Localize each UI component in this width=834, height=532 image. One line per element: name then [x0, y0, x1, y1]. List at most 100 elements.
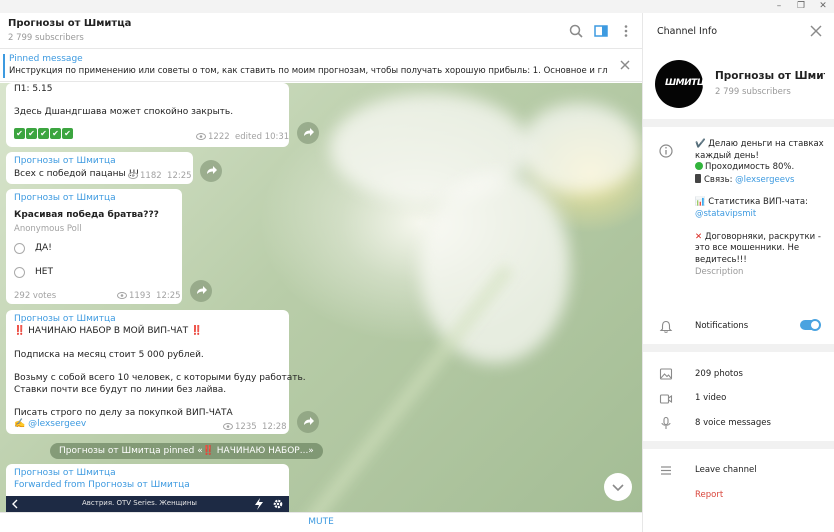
bg-stem: [299, 263, 515, 512]
list-icon: [661, 466, 671, 475]
pinned-title: Pinned message: [9, 54, 83, 64]
poll-option-label[interactable]: ДА!: [35, 243, 52, 253]
message-bubble[interactable]: П1: 5.15 Здесь Дшандгшава может спокойно…: [6, 83, 289, 147]
scroll-down-button[interactable]: [604, 473, 632, 501]
message-text: Здесь Дшандгшава может спокойно закрыть.: [14, 107, 234, 117]
pinned-accent-line: [3, 54, 5, 78]
pinned-message-bar[interactable]: Pinned message Инструкция по применению …: [0, 50, 642, 82]
poll-option-label[interactable]: НЕТ: [35, 267, 53, 277]
window-close-button[interactable]: ✕: [812, 0, 834, 13]
media-voice[interactable]: 8 voice messages: [695, 418, 771, 428]
more-menu-icon[interactable]: [618, 23, 634, 39]
message-time: 12:25: [156, 291, 181, 301]
desc-line: ✔️ Делаю деньги на ставках: [695, 139, 824, 149]
share-arrow-icon: [304, 128, 314, 136]
message-contact: ✍️ @lexsergeev: [14, 419, 86, 429]
mute-button[interactable]: MUTE: [0, 517, 642, 527]
views-count: 1222: [208, 132, 230, 142]
message-time: 12:28: [262, 422, 287, 432]
bottom-bar: MUTE: [0, 512, 642, 532]
info-icon: [659, 144, 673, 158]
channel-subscribers: 2 799 subscribers: [715, 87, 791, 97]
poll-option-radio[interactable]: [14, 267, 25, 278]
notifications-toggle[interactable]: [800, 319, 821, 331]
message-author[interactable]: Прогнозы от Шмитца: [14, 156, 116, 166]
toggle-knob: [809, 319, 821, 331]
minimize-button[interactable]: –: [768, 0, 790, 13]
panel-divider: [643, 441, 834, 449]
contact-link[interactable]: @lexsergeev: [28, 419, 86, 429]
channel-info-panel: Channel Info ШМИТЦ Прогнозы от Шмитца 2 …: [642, 13, 834, 532]
message-bubble[interactable]: Прогнозы от Шмитца ‼️ НАЧИНАЮ НАБОР В МО…: [6, 310, 306, 434]
poll-type: Anonymous Poll: [14, 224, 82, 234]
video-preview[interactable]: Австрия. OTV Series. Женщины: [6, 496, 289, 512]
chat-title[interactable]: Прогнозы от Шмитца: [8, 18, 131, 29]
bell-icon: [659, 320, 673, 333]
desc-line: ✕ Договорняки, раскрутки -: [695, 231, 821, 242]
back-arrow-icon: [12, 499, 18, 509]
window-titlebar: – ❐ ✕: [0, 0, 834, 13]
check-emoji-row: ✔ ✔ ✔ ✔ ✔: [14, 128, 74, 139]
chat-header: Прогнозы от Шмитца 2 799 subscribers: [0, 13, 642, 49]
channel-avatar[interactable]: ШМИТЦ: [655, 60, 705, 108]
stats-link[interactable]: @statavipsmit: [695, 209, 825, 221]
views-count: 1193: [129, 291, 151, 301]
green-circle-icon: [695, 162, 703, 171]
message-author[interactable]: Прогнозы от Шмитца: [14, 468, 116, 478]
notifications-label: Notifications: [695, 321, 749, 331]
close-panel-icon[interactable]: [809, 24, 823, 38]
message-time: 12:25: [167, 171, 192, 181]
description-label: Description: [695, 266, 744, 277]
video-icon: [659, 394, 673, 404]
views-icon: [196, 133, 206, 140]
leave-channel-button[interactable]: Leave channel: [695, 465, 757, 475]
chevron-down-icon: [612, 484, 624, 492]
views-count: 1182: [140, 171, 162, 181]
share-arrow-icon: [304, 417, 314, 425]
media-caption: Австрия. OTV Series. Женщины: [82, 499, 197, 507]
microphone-icon: [661, 416, 671, 429]
message-text: Подписка на месяц стоит 5 000 рублей.: [14, 350, 204, 360]
poll-question: Красивая победа братва???: [14, 210, 159, 220]
views-icon: [117, 292, 127, 299]
message-author[interactable]: Прогнозы от Шмитца: [14, 314, 116, 324]
share-arrow-icon: [207, 166, 217, 174]
desc-line: 📊 Статистика ВИП-чата:: [695, 196, 808, 207]
views-count: 1235: [235, 422, 257, 432]
close-pinned-icon[interactable]: [618, 58, 632, 72]
share-button[interactable]: [297, 122, 319, 144]
share-button[interactable]: [190, 280, 212, 302]
channel-description: ✔️ Делаю деньги на ставках каждый день! …: [695, 139, 825, 278]
poll-option-radio[interactable]: [14, 243, 25, 254]
search-icon[interactable]: [568, 23, 584, 39]
message-text: Всех с победой пацаны !!!: [14, 169, 140, 179]
sidebar-toggle-icon[interactable]: [593, 23, 609, 39]
forwarded-from[interactable]: Forwarded from Прогнозы от Шмитца: [14, 480, 190, 490]
poll-bubble[interactable]: Прогнозы от Шмитца Красивая победа братв…: [6, 189, 182, 304]
media-videos[interactable]: 1 video: [695, 393, 726, 403]
message-meta: 1235 12:28: [223, 422, 287, 432]
message-text: Ставки почти все будут по линии без лайв…: [14, 385, 227, 395]
channel-name: Прогнозы от Шмитца: [715, 70, 825, 82]
message-meta: 1193 12:25: [117, 291, 181, 301]
media-photos[interactable]: 209 photos: [695, 369, 743, 379]
desc-line: ведитесь!!!: [695, 254, 747, 265]
message-author[interactable]: Прогнозы от Шмитца: [14, 193, 116, 203]
views-icon: [223, 423, 233, 430]
message-meta: 1182 12:25: [128, 171, 192, 181]
contact-link[interactable]: @lexsergeevs: [735, 175, 794, 185]
message-text: Писать строго по делу за покупкой ВИП-ЧА…: [14, 408, 233, 418]
report-button[interactable]: Report: [695, 490, 723, 500]
service-message[interactable]: Прогнозы от Шмитца pinned «‼️ НАЧИНАЮ НА…: [50, 443, 323, 459]
panel-title: Channel Info: [657, 26, 718, 37]
share-button[interactable]: [200, 160, 222, 182]
maximize-button[interactable]: ❐: [790, 0, 812, 13]
photo-icon: [659, 368, 673, 380]
desc-line: это все мошенники. Не: [695, 243, 800, 254]
pinned-text: Инструкция по применению или советы о то…: [9, 66, 607, 76]
message-meta: 1222 edited 10:31: [196, 132, 289, 142]
phone-icon: [695, 173, 701, 183]
message-bubble[interactable]: Прогнозы от Шмитца Всех с победой пацаны…: [6, 152, 193, 184]
poll-votes: 292 votes: [14, 291, 57, 301]
share-button[interactable]: [297, 411, 319, 433]
